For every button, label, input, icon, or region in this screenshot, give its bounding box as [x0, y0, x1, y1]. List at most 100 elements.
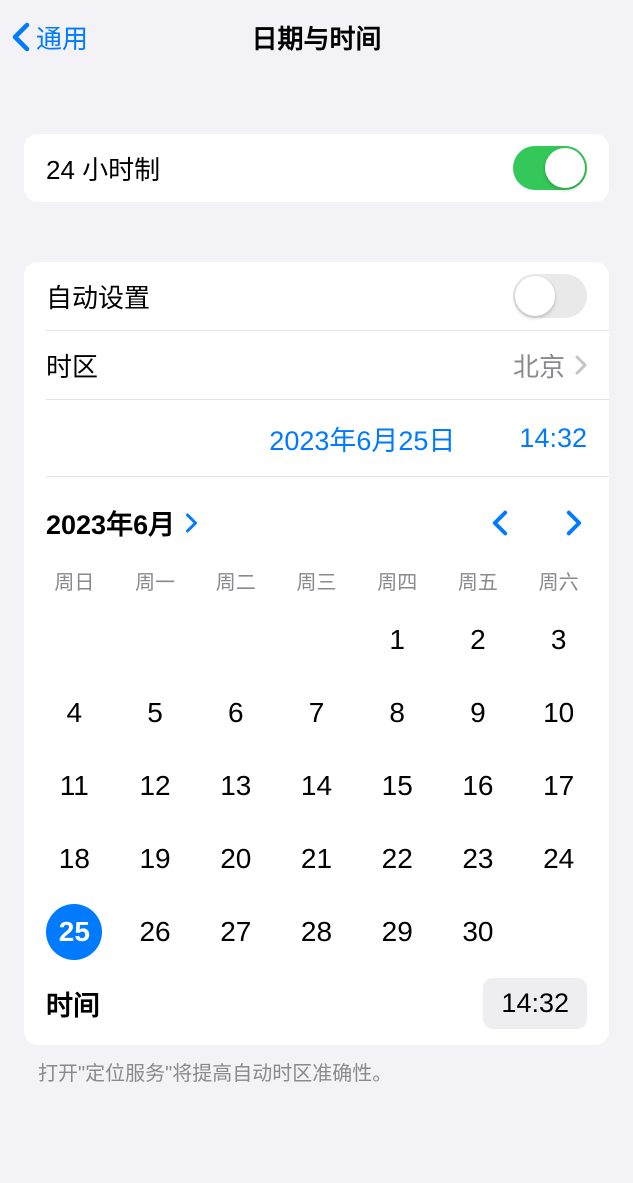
- timezone-value: 北京: [513, 347, 565, 384]
- day-button[interactable]: 1: [369, 612, 425, 668]
- weekday-label: 周日: [34, 566, 115, 595]
- chevron-right-icon: [185, 513, 198, 533]
- day-cell: 20: [195, 822, 276, 895]
- day-cell: 6: [195, 676, 276, 749]
- day-button[interactable]: 3: [531, 612, 587, 668]
- day-button[interactable]: 17: [531, 758, 587, 814]
- day-button[interactable]: 4: [46, 685, 102, 741]
- day-cell: 11: [34, 749, 115, 822]
- time-picker-button[interactable]: 14:32: [483, 978, 587, 1029]
- chevron-right-icon: [566, 510, 582, 536]
- day-cell: 1: [357, 603, 438, 676]
- day-cell: 26: [115, 895, 196, 968]
- day-cell-empty: [34, 603, 115, 676]
- day-button[interactable]: 16: [450, 758, 506, 814]
- calendar-month-label: 2023年6月: [46, 503, 175, 542]
- day-cell: 18: [34, 822, 115, 895]
- weekday-label: 周一: [115, 566, 196, 595]
- day-cell: 15: [357, 749, 438, 822]
- weekday-header: 周日周一周二周三周四周五周六: [24, 552, 609, 603]
- day-button[interactable]: 28: [288, 904, 344, 960]
- day-button[interactable]: 20: [208, 831, 264, 887]
- day-button[interactable]: 9: [450, 685, 506, 741]
- day-cell: 25: [34, 895, 115, 968]
- day-cell: 27: [195, 895, 276, 968]
- footer-note: 打开"定位服务"将提高自动时区准确性。: [38, 1057, 595, 1086]
- date-display[interactable]: 2023年6月25日: [269, 419, 455, 458]
- weekday-label: 周六: [518, 566, 599, 595]
- day-cell: 7: [276, 676, 357, 749]
- day-button[interactable]: 8: [369, 685, 425, 741]
- auto-set-row: 自动设置: [24, 262, 609, 330]
- day-button[interactable]: 26: [127, 904, 183, 960]
- twenty-four-hour-label: 24 小时制: [46, 150, 513, 187]
- day-button[interactable]: 13: [208, 758, 264, 814]
- day-cell: 17: [518, 749, 599, 822]
- twenty-four-hour-row: 24 小时制: [24, 134, 609, 202]
- chevron-left-icon: [12, 22, 30, 52]
- day-button[interactable]: 10: [531, 685, 587, 741]
- day-button[interactable]: 12: [127, 758, 183, 814]
- day-button[interactable]: 23: [450, 831, 506, 887]
- back-label: 通用: [36, 19, 88, 56]
- weekday-label: 周三: [276, 566, 357, 595]
- chevron-left-icon: [492, 510, 508, 536]
- day-button[interactable]: 18: [46, 831, 102, 887]
- day-button[interactable]: 29: [369, 904, 425, 960]
- day-button[interactable]: 7: [288, 685, 344, 741]
- day-button[interactable]: 25: [46, 904, 102, 960]
- day-cell-empty: [195, 603, 276, 676]
- weekday-label: 周二: [195, 566, 276, 595]
- datetime-display-row: 2023年6月25日 14:32: [24, 400, 609, 476]
- day-cell: 4: [34, 676, 115, 749]
- day-cell: 22: [357, 822, 438, 895]
- day-cell: 8: [357, 676, 438, 749]
- day-button[interactable]: 27: [208, 904, 264, 960]
- day-cell: 24: [518, 822, 599, 895]
- day-cell: 16: [438, 749, 519, 822]
- day-cell: 10: [518, 676, 599, 749]
- day-button[interactable]: 22: [369, 831, 425, 887]
- day-button[interactable]: 19: [127, 831, 183, 887]
- calendar-month-button[interactable]: 2023年6月: [46, 503, 198, 542]
- day-cell: 5: [115, 676, 196, 749]
- auto-set-label: 自动设置: [46, 278, 513, 315]
- auto-set-toggle[interactable]: [513, 274, 587, 318]
- time-label: 时间: [46, 984, 483, 1023]
- day-cell: 12: [115, 749, 196, 822]
- day-cell: 14: [276, 749, 357, 822]
- day-cell: 28: [276, 895, 357, 968]
- page-title: 日期与时间: [0, 19, 633, 56]
- day-cell: 9: [438, 676, 519, 749]
- weekday-label: 周四: [357, 566, 438, 595]
- day-button[interactable]: 15: [369, 758, 425, 814]
- day-cell: 13: [195, 749, 276, 822]
- timezone-label: 时区: [46, 347, 513, 384]
- day-cell: 19: [115, 822, 196, 895]
- day-cell-empty: [115, 603, 196, 676]
- day-button[interactable]: 5: [127, 685, 183, 741]
- calendar-grid: 1234567891011121314151617181920212223242…: [24, 603, 609, 972]
- day-button[interactable]: 21: [288, 831, 344, 887]
- day-cell: 29: [357, 895, 438, 968]
- day-button[interactable]: 30: [450, 904, 506, 960]
- weekday-label: 周五: [438, 566, 519, 595]
- time-display[interactable]: 14:32: [519, 423, 587, 454]
- chevron-right-icon: [575, 355, 587, 375]
- day-button[interactable]: 6: [208, 685, 264, 741]
- back-button[interactable]: 通用: [0, 19, 88, 56]
- day-cell: 21: [276, 822, 357, 895]
- day-cell: 2: [438, 603, 519, 676]
- day-button[interactable]: 2: [450, 612, 506, 668]
- day-button[interactable]: 14: [288, 758, 344, 814]
- day-cell: 30: [438, 895, 519, 968]
- timezone-row[interactable]: 时区 北京: [24, 331, 609, 399]
- twenty-four-hour-toggle[interactable]: [513, 146, 587, 190]
- day-cell-empty: [276, 603, 357, 676]
- day-cell: 23: [438, 822, 519, 895]
- calendar-prev-button[interactable]: [485, 508, 515, 538]
- calendar-next-button[interactable]: [559, 508, 589, 538]
- day-button[interactable]: 24: [531, 831, 587, 887]
- day-button[interactable]: 11: [46, 758, 102, 814]
- day-cell: 3: [518, 603, 599, 676]
